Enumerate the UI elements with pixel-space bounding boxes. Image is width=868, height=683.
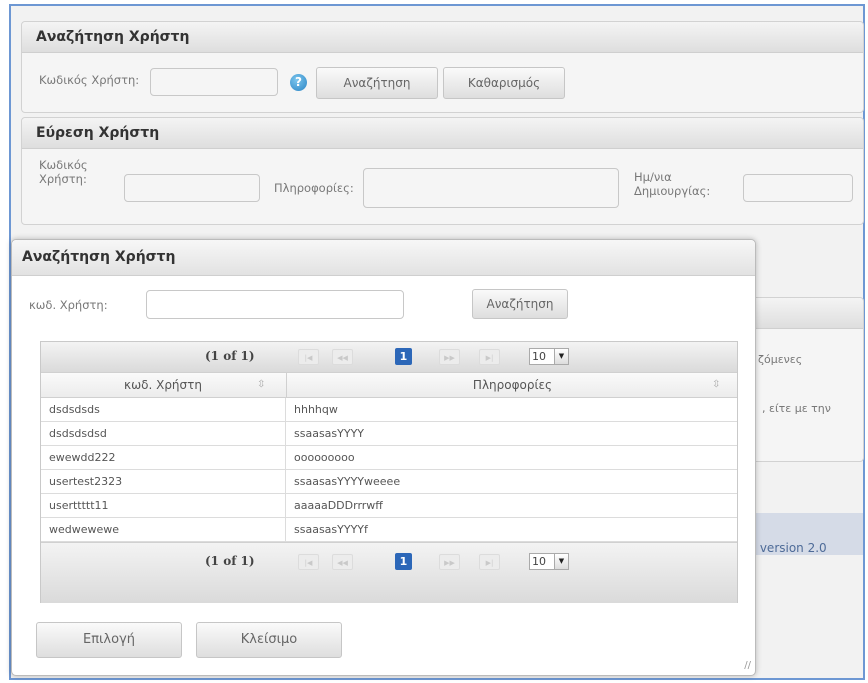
dialog-user-code-label: κωδ. Χρήστη: [29,298,108,312]
cell-info: ssaasasYYYY [294,427,365,440]
top-paginator: (1 of 1) |◀ ◀◀ 1 ▶▶ ▶| 10 ▼ [41,342,737,372]
found-panel-title: Εύρεση Χρήστη [22,118,863,149]
table-row[interactable]: ewewdd222 ooooooooo [41,446,737,470]
cell-user-code: dsdsdsdsd [49,427,107,440]
dialog-title: Αναζήτηση Χρήστη [12,240,755,276]
user-search-dialog: Αναζήτηση Χρήστη κωδ. Χρήστη: Αναζήτηση … [11,239,756,676]
sort-icon: ⇳ [257,379,266,390]
found-date-label-line1: Ημ/νια [634,170,672,184]
prev-page-button[interactable]: ◀◀ [332,554,353,570]
page-count: (1 of 1) [205,349,255,363]
page-number-button[interactable]: 1 [395,553,412,570]
cell-info: aaaaaDDDrrrwff [294,499,383,512]
chevron-down-icon: ▼ [554,554,568,569]
prev-page-button[interactable]: ◀◀ [332,349,353,365]
background-partial-text-2: , είτε με την [762,402,831,415]
clear-button[interactable]: Καθαρισμός [443,67,565,99]
first-page-button[interactable]: |◀ [298,349,319,365]
column-header-user-code[interactable]: κωδ. Χρήστη ⇳ [41,373,285,397]
rows-per-page-value: 10 [532,555,546,568]
cell-user-code: wedwewewe [49,523,120,536]
found-user-code-label-line2: Χρήστη: [39,172,87,186]
page-count: (1 of 1) [205,554,255,568]
next-page-button[interactable]: ▶▶ [439,554,460,570]
dialog-search-button[interactable]: Αναζήτηση [472,289,568,319]
next-page-button[interactable]: ▶▶ [439,349,460,365]
last-page-button[interactable]: ▶| [479,349,500,365]
search-button[interactable]: Αναζήτηση [316,67,438,99]
cell-user-code: ewewdd222 [49,451,116,464]
table-row[interactable]: dsdsdsds hhhhqw [41,398,737,422]
found-date-field [743,174,853,202]
found-info-field [363,168,619,208]
select-button[interactable]: Επιλογή [36,622,182,658]
first-page-button[interactable]: |◀ [298,554,319,570]
column-header-user-code-label: κωδ. Χρήστη [124,378,202,392]
sort-icon: ⇳ [712,379,721,390]
cell-info: ssaasasYYYYf [294,523,368,536]
background-partial-text-1: ζόμενες [758,353,803,366]
help-icon[interactable]: ? [290,74,307,91]
cell-info: ooooooooo [294,451,355,464]
table-row[interactable]: userttttt11 aaaaaDDDrrrwff [41,494,737,518]
user-code-input[interactable] [150,68,278,96]
cell-user-code: userttttt11 [49,499,109,512]
resize-grip-icon[interactable]: // [744,660,751,671]
found-date-label-line2: Δημιουργίας: [634,184,711,198]
page-number-button[interactable]: 1 [395,348,412,365]
search-user-panel: Αναζήτηση Χρήστη Κωδικός Χρήστη: ? Αναζή… [21,21,864,113]
table-row[interactable]: dsdsdsdsd ssaasasYYYY [41,422,737,446]
rows-per-page-value: 10 [532,350,546,363]
cell-user-code: dsdsdsds [49,403,100,416]
close-button[interactable]: Κλείσιμο [196,622,342,658]
cell-user-code: usertest2323 [49,475,123,488]
cell-info: hhhhqw [294,403,338,416]
table-row[interactable]: usertest2323 ssaasasYYYYweeee [41,470,737,494]
found-user-code-field [124,174,260,202]
dialog-user-code-input[interactable] [146,290,404,319]
found-user-panel: Εύρεση Χρήστη Κωδικός Χρήστη: Πληροφορίε… [21,117,864,225]
search-panel-title: Αναζήτηση Χρήστη [22,22,863,53]
rows-per-page-select[interactable]: 10 ▼ [529,553,569,570]
version-text: version 2.0 [759,541,827,555]
user-code-label: Κωδικός Χρήστη: [39,73,140,87]
table-row[interactable]: wedwewewe ssaasasYYYYf [41,518,737,542]
column-header-info-label: Πληροφορίες [472,378,553,392]
table-header: κωδ. Χρήστη ⇳ Πληροφορίες ⇳ [41,372,737,398]
found-info-label: Πληροφορίες: [274,181,354,195]
found-date-label: Ημ/νια Δημιουργίας: [634,170,710,198]
version-label: – version 2.0 [750,541,827,555]
results-table: (1 of 1) |◀ ◀◀ 1 ▶▶ ▶| 10 ▼ κωδ. Χρήστη … [40,341,738,603]
found-user-code-label: Κωδικός Χρήστη: [39,158,88,186]
chevron-down-icon: ▼ [554,349,568,364]
found-user-code-label-line1: Κωδικός [39,158,88,172]
cell-info: ssaasasYYYYweeee [294,475,401,488]
rows-per-page-select[interactable]: 10 ▼ [529,348,569,365]
bottom-paginator: (1 of 1) |◀ ◀◀ 1 ▶▶ ▶| 10 ▼ [41,542,737,603]
last-page-button[interactable]: ▶| [479,554,500,570]
column-header-info[interactable]: Πληροφορίες ⇳ [286,373,738,397]
